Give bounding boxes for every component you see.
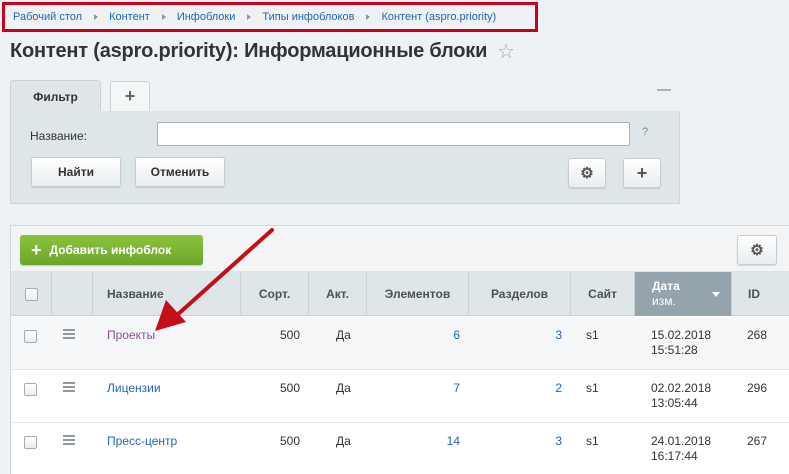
help-icon[interactable]: ? bbox=[642, 126, 648, 138]
title-row: Контент (aspro.priority): Информационные… bbox=[10, 40, 515, 63]
table-row[interactable]: Пресс-центр 500 Да 14 3 s1 267 24.01.2018 16:17:… bbox=[11, 423, 789, 474]
cell-date: 02.02.2018 13:05:44 bbox=[651, 381, 711, 411]
add-iblock-button[interactable]: + Добавить инфоблок bbox=[20, 235, 203, 265]
breadcrumb-separator-icon bbox=[94, 14, 99, 20]
breadcrumb-separator-icon bbox=[366, 14, 371, 20]
select-all-cell bbox=[11, 272, 51, 316]
table-row[interactable]: Проекты 500 Да 6 3 s1 268 15.02.2018 15:51:28 bbox=[11, 317, 789, 370]
column-active[interactable]: Акт. bbox=[308, 272, 366, 316]
row-checkbox[interactable] bbox=[24, 330, 37, 343]
cell-date-time: 13:05:44 bbox=[651, 396, 698, 410]
iblock-grid: + Добавить инфоблок ⚙ Название Сорт. Акт… bbox=[10, 225, 789, 474]
cell-date-day: 02.02.2018 bbox=[651, 381, 712, 395]
iblock-name-link[interactable]: Проекты bbox=[107, 328, 155, 342]
column-sections[interactable]: Разделов bbox=[468, 272, 570, 316]
cell-active: Да bbox=[336, 328, 351, 342]
row-checkbox[interactable] bbox=[24, 436, 37, 449]
cell-id: 267 bbox=[747, 434, 768, 448]
column-sort[interactable]: Сорт. bbox=[240, 272, 308, 316]
grid-toolbar: + Добавить инфоблок ⚙ bbox=[11, 226, 789, 272]
breadcrumb-item-desktop[interactable]: Рабочий стол bbox=[13, 11, 82, 23]
column-date-line1: Дата bbox=[652, 279, 680, 293]
menu-icon[interactable] bbox=[63, 329, 75, 341]
cell-sections[interactable]: 3 bbox=[468, 434, 570, 448]
plus-icon: + bbox=[31, 240, 42, 260]
cell-sort: 500 bbox=[279, 381, 300, 395]
menu-icon[interactable] bbox=[63, 382, 75, 394]
cell-date-day: 24.01.2018 bbox=[651, 434, 712, 448]
cell-elements[interactable]: 14 bbox=[366, 434, 468, 448]
cell-date-time: 16:17:44 bbox=[651, 449, 698, 463]
column-date-label: Дата изм. bbox=[652, 279, 680, 309]
add-iblock-label: Добавить инфоблок bbox=[49, 243, 172, 257]
cell-sort: 500 bbox=[279, 434, 300, 448]
cell-sections[interactable]: 2 bbox=[468, 381, 570, 395]
add-filter-tab[interactable]: + bbox=[110, 81, 150, 111]
cell-date: 24.01.2018 16:17:44 bbox=[651, 434, 711, 464]
cell-active: Да bbox=[336, 434, 351, 448]
column-name[interactable]: Название bbox=[92, 272, 240, 316]
add-filter-field-button[interactable]: + bbox=[623, 158, 661, 188]
name-field-input[interactable] bbox=[157, 122, 630, 146]
actions-header bbox=[51, 272, 92, 316]
breadcrumb-item-iblocks[interactable]: Инфоблоки bbox=[177, 11, 236, 23]
cell-site: s1 bbox=[586, 328, 599, 342]
breadcrumb: Рабочий стол Контент Инфоблоки Типы инфо… bbox=[2, 2, 538, 32]
filter-settings-button[interactable]: ⚙ bbox=[568, 158, 606, 188]
cancel-button[interactable]: Отменить bbox=[135, 157, 225, 187]
iblock-name-link[interactable]: Пресс-центр bbox=[107, 434, 177, 448]
cell-id: 268 bbox=[747, 328, 768, 342]
filter-panel: Название: ? Найти Отменить ⚙ + bbox=[10, 111, 680, 204]
tab-filter[interactable]: Фильтр bbox=[10, 80, 101, 112]
column-date-line2: изм. bbox=[652, 294, 676, 308]
cell-date: 15.02.2018 15:51:28 bbox=[651, 328, 711, 358]
cell-date-time: 15:51:28 bbox=[651, 343, 698, 357]
column-id[interactable]: ID bbox=[731, 272, 789, 316]
cell-sections[interactable]: 3 bbox=[468, 328, 570, 342]
grid-settings-button[interactable]: ⚙ bbox=[737, 235, 777, 265]
cell-site: s1 bbox=[586, 381, 599, 395]
menu-icon[interactable] bbox=[63, 435, 75, 447]
cell-elements[interactable]: 7 bbox=[366, 381, 468, 395]
name-field-label: Название: bbox=[30, 129, 87, 143]
cell-sort: 500 bbox=[279, 328, 300, 342]
sort-desc-icon bbox=[712, 292, 720, 297]
breadcrumb-item-iblock-types[interactable]: Типы инфоблоков bbox=[262, 11, 354, 23]
table-row[interactable]: Лицензии 500 Да 7 2 s1 296 02.02.2018 13:05:44 bbox=[11, 370, 789, 423]
iblock-name-link[interactable]: Лицензии bbox=[107, 381, 161, 395]
column-date[interactable]: Дата изм. bbox=[634, 272, 731, 316]
cell-site: s1 bbox=[586, 434, 599, 448]
minimize-icon[interactable] bbox=[657, 89, 671, 91]
cell-date-day: 15.02.2018 bbox=[651, 328, 712, 342]
row-checkbox[interactable] bbox=[24, 383, 37, 396]
cell-elements[interactable]: 6 bbox=[366, 328, 468, 342]
page-title: Контент (aspro.priority): Информационные… bbox=[10, 40, 488, 62]
breadcrumb-item-content[interactable]: Контент bbox=[109, 11, 150, 23]
breadcrumb-separator-icon bbox=[161, 14, 166, 20]
find-button[interactable]: Найти bbox=[31, 157, 121, 187]
breadcrumb-item-current[interactable]: Контент (aspro.priority) bbox=[381, 11, 496, 23]
cell-id: 296 bbox=[747, 381, 768, 395]
column-elements[interactable]: Элементов bbox=[366, 272, 468, 316]
select-all-checkbox[interactable] bbox=[24, 287, 38, 301]
gear-icon: ⚙ bbox=[580, 165, 594, 182]
star-icon[interactable]: ☆ bbox=[497, 42, 515, 62]
column-site[interactable]: Сайт bbox=[570, 272, 634, 316]
breadcrumb-separator-icon bbox=[247, 14, 252, 20]
table-header: Название Сорт. Акт. Элементов Разделов С… bbox=[11, 272, 789, 316]
gear-icon: ⚙ bbox=[750, 242, 764, 259]
cell-active: Да bbox=[336, 381, 351, 395]
